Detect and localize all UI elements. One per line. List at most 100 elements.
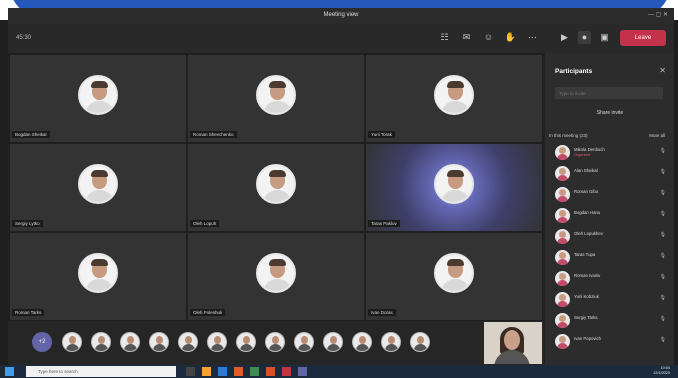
self-face <box>504 330 520 350</box>
participant-avatar <box>256 163 296 204</box>
overflow-avatar[interactable] <box>91 332 111 352</box>
chrome-icon[interactable] <box>250 367 259 376</box>
participant-name-label: Roman Tarks <box>12 309 45 316</box>
avatar-body <box>85 100 114 113</box>
overflow-avatar[interactable] <box>381 332 401 352</box>
participant-row-name: Roman Gibo <box>574 189 599 194</box>
mic-muted-icon[interactable]: 🎙 <box>660 295 666 301</box>
mini-head <box>417 336 424 344</box>
store-icon[interactable] <box>218 367 227 376</box>
participant-row-name: Yurii Kobziuk <box>574 294 599 299</box>
share-invite-button[interactable]: Share invite <box>565 107 655 119</box>
teams-icon[interactable] <box>298 367 307 376</box>
video-tile-active-speaker[interactable]: Taras Paklov <box>366 144 542 231</box>
task-view-icon[interactable] <box>186 367 195 376</box>
avatar-hair <box>447 258 464 266</box>
office-icon[interactable] <box>234 367 243 376</box>
invite-input[interactable] <box>555 87 663 99</box>
app-icon-2[interactable] <box>282 367 291 376</box>
participant-row[interactable]: Mikola Derdiuch Organizer 🎙 <box>555 144 670 163</box>
raise-hand-icon[interactable]: ✋ <box>504 31 517 44</box>
video-tile[interactable]: Ivan Doras <box>366 233 542 320</box>
mini-head <box>330 336 337 344</box>
mic-muted-icon[interactable]: 🎙 <box>660 274 666 280</box>
participant-row[interactable]: Alan Sheikal 🎙 <box>555 165 670 184</box>
camera-icon[interactable]: ▶ <box>558 31 571 44</box>
more-actions-icon[interactable]: ⋯ <box>526 31 539 44</box>
avatar-body <box>263 100 292 113</box>
mini-head <box>156 336 163 344</box>
mini-body <box>240 344 253 351</box>
overflow-avatar[interactable] <box>323 332 343 352</box>
mute-all-button[interactable]: Mute all <box>649 133 665 138</box>
microphone-icon[interactable]: ● <box>578 31 591 44</box>
video-tile[interactable]: Yurii Torak <box>366 55 542 142</box>
app-icon[interactable] <box>266 367 275 376</box>
participant-row[interactable]: Oleh Lopukhev 🎙 <box>555 228 670 247</box>
participant-row[interactable]: Taras Tupa 🎙 <box>555 249 670 268</box>
participant-row[interactable]: Roman Ivaniv 🎙 <box>555 270 670 289</box>
more-participants-avatar[interactable]: +2 <box>32 332 52 352</box>
overflow-avatar[interactable] <box>236 332 256 352</box>
mini-head <box>69 336 76 344</box>
leave-button[interactable]: Leave <box>620 30 666 46</box>
participant-row[interactable]: Roman Gibo 🎙 <box>555 186 670 205</box>
share-screen-icon[interactable]: ▣ <box>598 31 611 44</box>
overflow-strip: +2 <box>8 321 544 365</box>
overflow-avatar[interactable] <box>120 332 140 352</box>
participant-name-label: Ivan Doras <box>368 309 396 316</box>
mini-head <box>214 336 221 344</box>
mic-muted-icon[interactable]: 🎙 <box>660 211 666 217</box>
self-video-preview[interactable] <box>484 322 542 364</box>
participant-row-avatar <box>555 229 570 244</box>
avatar-body <box>263 189 292 202</box>
close-icon[interactable]: ✕ <box>659 66 666 75</box>
overflow-avatar[interactable] <box>62 332 82 352</box>
overflow-avatar[interactable] <box>265 332 285 352</box>
windows-start-icon[interactable] <box>5 367 14 376</box>
participants-group-header[interactable]: In this meeting (23) Mute all <box>549 133 667 141</box>
participant-row[interactable]: Bogdan Hanu 🎙 <box>555 207 670 226</box>
taskbar-search-input[interactable]: Type here to search <box>26 366 176 377</box>
mini-body <box>298 344 311 351</box>
participant-row-name: Ivan Popovich <box>574 336 601 341</box>
video-tile[interactable]: Roman Shevchenko <box>188 55 364 142</box>
explorer-icon[interactable] <box>202 367 211 376</box>
participant-row[interactable]: Sergiy Tarks 🎙 <box>555 312 670 331</box>
video-tile[interactable]: Sergiy Lytko <box>10 144 186 231</box>
mini-head <box>185 336 192 344</box>
mic-muted-icon[interactable]: 🎙 <box>660 148 666 154</box>
avatar-hair <box>91 80 108 88</box>
overflow-avatar[interactable] <box>294 332 314 352</box>
overflow-avatar[interactable] <box>207 332 227 352</box>
mic-muted-icon[interactable]: 🎙 <box>660 169 666 175</box>
video-tile[interactable]: Bogdan Sheikal <box>10 55 186 142</box>
chat-icon[interactable]: ✉ <box>460 31 473 44</box>
participant-row[interactable]: Yurii Kobziuk 🎙 <box>555 291 670 310</box>
participant-avatar <box>256 252 296 293</box>
row-avatar-body <box>557 322 568 328</box>
overflow-avatar[interactable] <box>149 332 169 352</box>
overflow-avatar[interactable] <box>410 332 430 352</box>
teams-window: Meeting view — ▢ ✕ 45:30 ☷ ✉ ☺ ✋ ⋯ ▶ ● ▣… <box>0 0 678 378</box>
participant-avatar <box>256 74 296 115</box>
mini-head <box>272 336 279 344</box>
mic-muted-icon[interactable]: 🎙 <box>660 190 666 196</box>
overflow-avatar[interactable] <box>178 332 198 352</box>
video-tile[interactable]: Oleh Poleshuk <box>188 233 364 320</box>
participant-row-name: Taras Tupa <box>574 252 596 257</box>
mic-muted-icon[interactable]: 🎙 <box>660 316 666 322</box>
participants-icon[interactable]: ☷ <box>438 31 451 44</box>
mini-body <box>66 344 79 351</box>
participant-avatar <box>434 252 474 293</box>
reactions-icon[interactable]: ☺ <box>482 31 495 44</box>
mic-muted-icon[interactable]: 🎙 <box>660 253 666 259</box>
window-controls-icon[interactable]: — ▢ ✕ <box>648 8 668 23</box>
video-tile[interactable]: Oleh Lopuh <box>188 144 364 231</box>
mic-muted-icon[interactable]: 🎙 <box>660 337 666 343</box>
video-tile[interactable]: Roman Tarks <box>10 233 186 320</box>
participant-row[interactable]: Ivan Popovich 🎙 <box>555 333 670 352</box>
mic-muted-icon[interactable]: 🎙 <box>660 232 666 238</box>
row-avatar-head <box>559 210 566 217</box>
overflow-avatar[interactable] <box>352 332 372 352</box>
